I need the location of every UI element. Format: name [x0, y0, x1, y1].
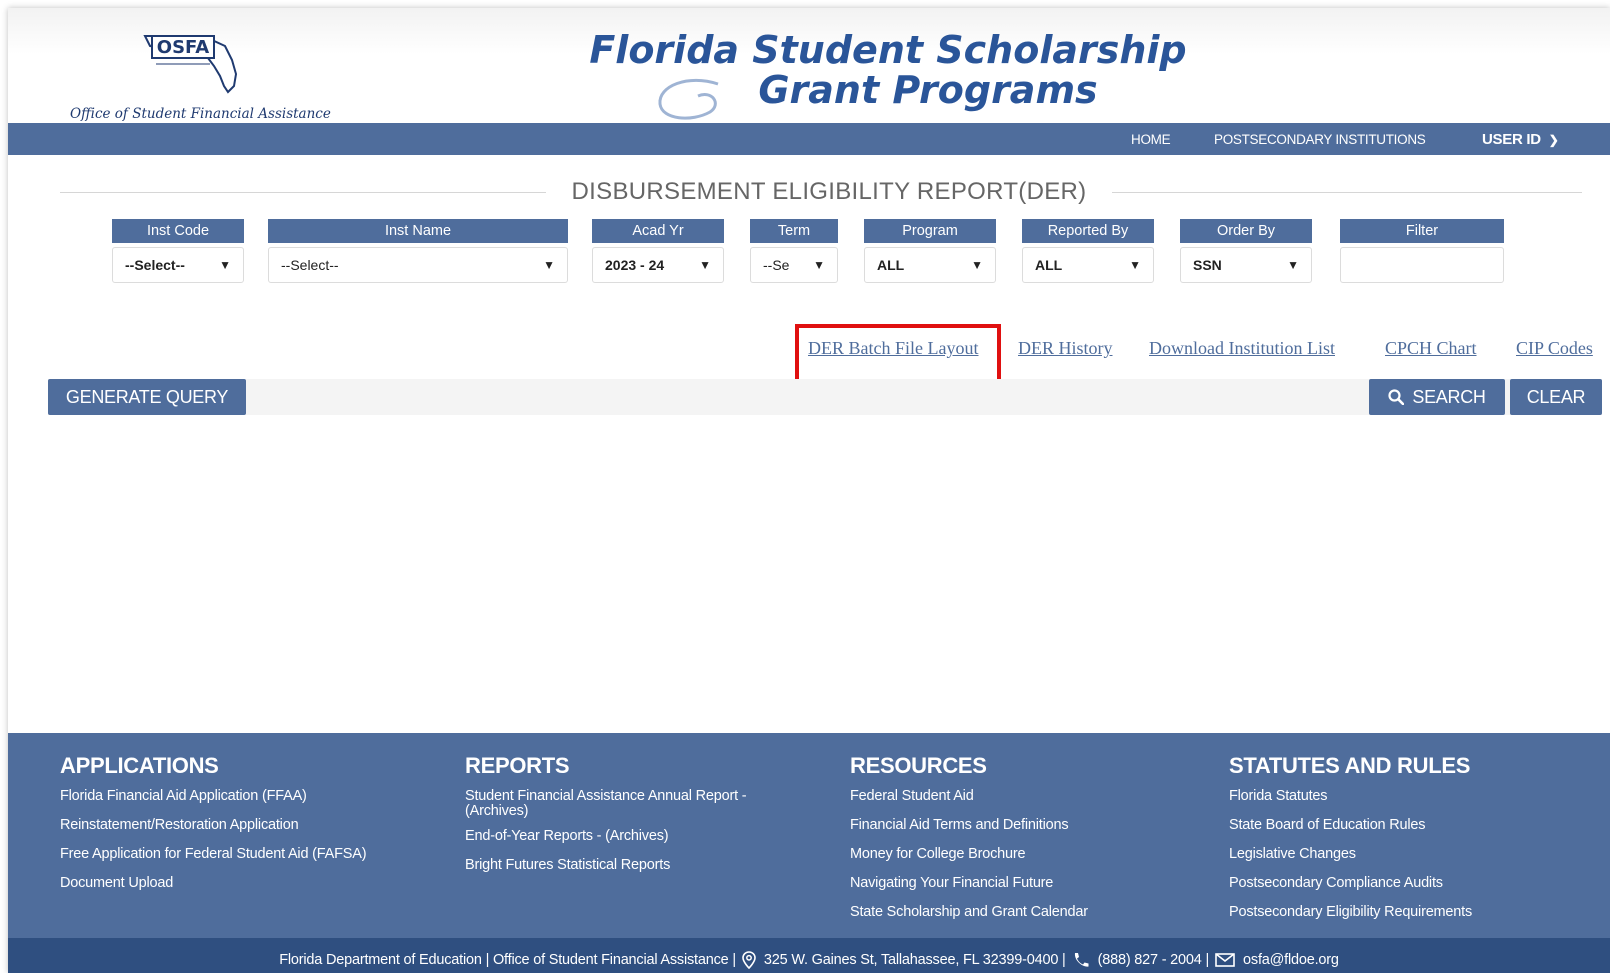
filter-filter: Filter: [1340, 219, 1504, 283]
filter-input[interactable]: [1340, 247, 1504, 283]
chevron-down-icon: ▼: [543, 258, 555, 272]
footer-link[interactable]: Money for College Brochure: [850, 847, 1088, 862]
chevron-down-icon: ▼: [1129, 258, 1141, 272]
footer-link[interactable]: Legislative Changes: [1229, 847, 1472, 862]
site-title-line2: Grant Programs: [758, 68, 1098, 112]
nav-postsecondary-link[interactable]: POSTSECONDARY INSTITUTIONS: [1214, 132, 1426, 147]
footer-link[interactable]: Bright Futures Statistical Reports: [465, 858, 785, 873]
order-by-select[interactable]: SSN ▼: [1180, 247, 1312, 283]
cip-codes-link[interactable]: CIP Codes: [1516, 338, 1593, 359]
filter-reported-by: Reported By ALL ▼: [1022, 219, 1154, 283]
logo-subtitle: Office of Student Financial Assistance: [70, 106, 331, 122]
user-menu[interactable]: USER ID ❯: [1482, 131, 1559, 148]
filter-order-by-label: Order By: [1180, 219, 1312, 243]
footer-link[interactable]: Florida Statutes: [1229, 789, 1472, 804]
filter-reported-by-label: Reported By: [1022, 219, 1154, 243]
acad-yr-value: 2023 - 24: [605, 257, 665, 273]
site-title-line1: Florida Student Scholarship: [589, 28, 1187, 72]
inst-name-value: --Select--: [281, 257, 339, 273]
footer-resources-title: RESOURCES: [850, 753, 987, 778]
filter-acad-yr: Acad Yr 2023 - 24 ▼: [592, 219, 724, 283]
footer-resources: RESOURCES Federal Student Aid Financial …: [850, 753, 1088, 934]
reported-by-value: ALL: [1035, 257, 1063, 273]
page-title: DISBURSEMENT ELIGIBILITY REPORT(DER): [548, 178, 1110, 206]
order-by-value: SSN: [1193, 257, 1222, 273]
footer-phone[interactable]: (888) 827 - 2004 |: [1098, 952, 1210, 968]
location-pin-icon: [742, 950, 756, 969]
program-select[interactable]: ALL ▼: [864, 247, 996, 283]
page: OSFA Office of Student Financial Assista…: [8, 8, 1610, 973]
filter-term: Term --Se ▼: [750, 219, 838, 283]
nav-bar: HOME POSTSECONDARY INSTITUTIONS USER ID ❯: [8, 123, 1610, 155]
footer-link[interactable]: State Board of Education Rules: [1229, 818, 1472, 833]
filter-program-label: Program: [864, 219, 996, 243]
term-select[interactable]: --Se ▼: [750, 247, 838, 283]
footer-address: 325 W. Gaines St, Tallahassee, FL 32399-…: [763, 951, 1066, 968]
footer-link[interactable]: Postsecondary Eligibility Requirements: [1229, 905, 1472, 920]
site-footer: APPLICATIONS Florida Financial Aid Appli…: [8, 733, 1610, 938]
generate-query-button[interactable]: GENERATE QUERY: [48, 379, 246, 415]
footer-link[interactable]: End-of-Year Reports - (Archives): [465, 829, 785, 844]
search-button[interactable]: SEARCH: [1369, 379, 1505, 415]
footer-org-text: Florida Department of Education | Office…: [279, 951, 736, 968]
footer-reports: REPORTS Student Financial Assistance Ann…: [465, 753, 785, 887]
inst-code-value: --Select--: [125, 257, 185, 273]
footer-link[interactable]: Navigating Your Financial Future: [850, 876, 1088, 891]
clear-button[interactable]: CLEAR: [1510, 379, 1602, 415]
filter-term-label: Term: [750, 219, 838, 243]
chevron-down-icon: ▼: [699, 258, 711, 272]
footer-link[interactable]: Document Upload: [60, 876, 366, 891]
inst-code-select[interactable]: --Select-- ▼: [112, 247, 244, 283]
der-history-link[interactable]: DER History: [1018, 338, 1113, 359]
user-menu-label: USER ID: [1482, 131, 1541, 148]
footer-link[interactable]: Postsecondary Compliance Audits: [1229, 876, 1472, 891]
site-title: Florida Student Scholarship Grant Progra…: [588, 30, 1188, 110]
footer-reports-title: REPORTS: [465, 753, 570, 778]
inst-name-select[interactable]: --Select-- ▼: [268, 247, 568, 283]
footer-link[interactable]: Florida Financial Aid Application (FFAA): [60, 789, 366, 804]
filter-program: Program ALL ▼: [864, 219, 996, 283]
filter-order-by: Order By SSN ▼: [1180, 219, 1312, 283]
footer-email[interactable]: osfa@fldoe.org: [1243, 952, 1339, 968]
chevron-down-icon: ❯: [1548, 133, 1559, 147]
filter-inst-name: Inst Name --Select-- ▼: [268, 219, 568, 283]
cpch-chart-link[interactable]: CPCH Chart: [1385, 338, 1477, 359]
footer-link[interactable]: Financial Aid Terms and Definitions: [850, 818, 1088, 833]
footer-link[interactable]: Reinstatement/Restoration Application: [60, 818, 366, 833]
footer-applications-title: APPLICATIONS: [60, 753, 219, 778]
filter-inst-name-label: Inst Name: [268, 219, 568, 243]
nav-home-link[interactable]: HOME: [1131, 132, 1171, 147]
term-value: --Se: [763, 257, 790, 273]
phone-icon: [1072, 952, 1090, 968]
search-button-label: SEARCH: [1412, 386, 1486, 407]
filter-inst-code-label: Inst Code: [112, 219, 244, 243]
footer-link[interactable]: Free Application for Federal Student Aid…: [60, 847, 367, 862]
chevron-down-icon: ▼: [219, 258, 231, 272]
chevron-down-icon: ▼: [813, 258, 825, 272]
footer-bottom-bar: Florida Department of Education | Office…: [8, 938, 1610, 973]
footer-link[interactable]: Federal Student Aid: [850, 789, 1088, 804]
svg-text:OSFA: OSFA: [157, 37, 209, 58]
florida-map-icon: OSFA: [143, 35, 238, 94]
footer-statutes-title: STATUTES AND RULES: [1229, 753, 1471, 778]
reported-by-select[interactable]: ALL ▼: [1022, 247, 1154, 283]
filter-acad-yr-label: Acad Yr: [592, 219, 724, 243]
chevron-down-icon: ▼: [971, 258, 983, 272]
filter-filter-label: Filter: [1340, 219, 1504, 243]
site-header: OSFA Office of Student Financial Assista…: [8, 8, 1610, 123]
acad-yr-select[interactable]: 2023 - 24 ▼: [592, 247, 724, 283]
footer-statutes: STATUTES AND RULES Florida Statutes Stat…: [1229, 753, 1472, 934]
footer-link[interactable]: Student Financial Assistance Annual Repo…: [465, 789, 785, 819]
filter-inst-code: Inst Code --Select-- ▼: [112, 219, 244, 283]
osfa-logo[interactable]: OSFA Office of Student Financial Assista…: [70, 24, 370, 124]
heading-divider-right: [1112, 192, 1582, 193]
envelope-icon: [1215, 952, 1235, 967]
chevron-down-icon: ▼: [1287, 258, 1299, 272]
heading-divider-left: [60, 192, 546, 193]
program-value: ALL: [877, 257, 905, 273]
footer-link[interactable]: State Scholarship and Grant Calendar: [850, 905, 1088, 920]
footer-applications: APPLICATIONS Florida Financial Aid Appli…: [60, 753, 367, 905]
download-institution-list-link[interactable]: Download Institution List: [1149, 338, 1335, 359]
search-icon: [1388, 389, 1405, 405]
